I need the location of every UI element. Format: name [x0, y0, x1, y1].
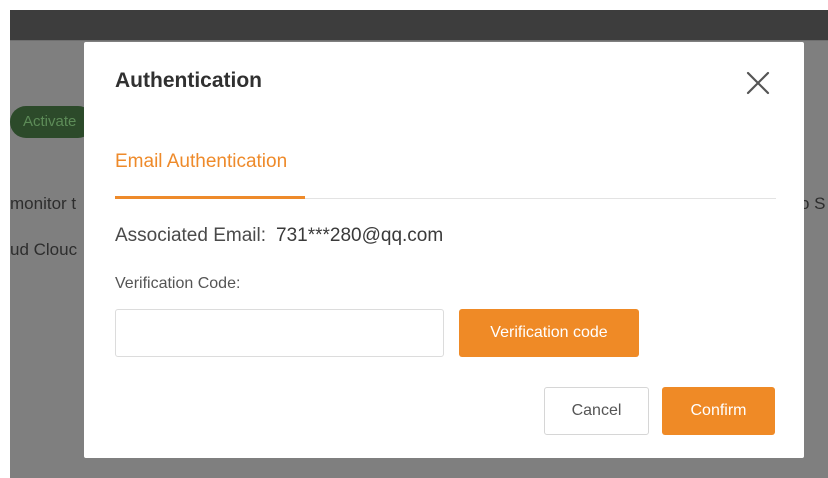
cancel-button[interactable]: Cancel — [544, 387, 649, 435]
associated-email-label: Associated Email: — [115, 225, 267, 246]
tab-email-authentication[interactable]: Email Authentication — [115, 151, 287, 173]
authentication-dialog: Authentication Email Authentication Asso… — [84, 42, 804, 458]
top-bar-divider — [10, 40, 828, 41]
confirm-button[interactable]: Confirm — [662, 387, 775, 435]
status-badge: Activate — [10, 106, 94, 138]
associated-email-row: Associated Email: 731***280@qq.com — [115, 225, 443, 247]
close-button[interactable] — [743, 68, 773, 98]
top-bar — [10, 10, 828, 40]
dialog-title: Authentication — [115, 69, 262, 92]
verification-code-label: Verification Code: — [115, 275, 241, 292]
active-tab-indicator — [115, 196, 305, 199]
send-verification-code-button[interactable]: Verification code — [459, 309, 639, 357]
verification-code-input[interactable] — [115, 309, 444, 357]
background-text: ud Clouc — [10, 240, 78, 259]
background-text: monitor t — [10, 194, 77, 213]
close-icon — [746, 71, 770, 95]
associated-email-value: 731***280@qq.com — [276, 225, 444, 246]
